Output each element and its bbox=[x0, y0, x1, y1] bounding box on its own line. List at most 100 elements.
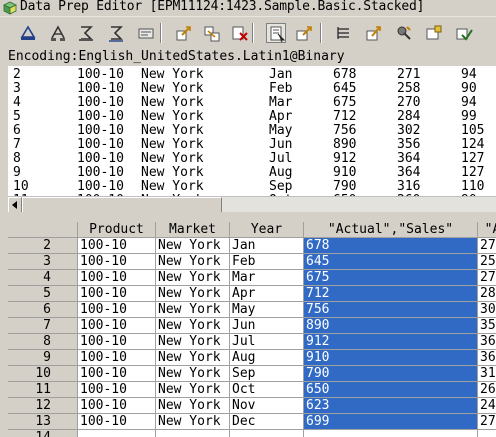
column-header[interactable]: "A bbox=[478, 222, 496, 238]
grid-cell-product[interactable]: 100-10 bbox=[78, 302, 156, 318]
grid-cell-market[interactable]: New York bbox=[156, 318, 230, 334]
grid-cell-sales[interactable]: 910 bbox=[304, 350, 478, 366]
grid-cell-market[interactable]: New York bbox=[156, 366, 230, 382]
field-grid[interactable]: ProductMarketYear"Actual","Sales""A2100-… bbox=[8, 222, 496, 437]
grid-cell-market[interactable]: New York bbox=[156, 334, 230, 350]
grid-cell-sales[interactable]: 675 bbox=[304, 270, 478, 286]
grid-cell-next[interactable]: 36 bbox=[478, 334, 496, 350]
grid-cell-year[interactable]: Jul bbox=[230, 334, 304, 350]
grid-cell-market[interactable]: New York bbox=[156, 414, 230, 430]
grid-cell-market[interactable] bbox=[156, 430, 230, 437]
grid-cell-sales[interactable]: 756 bbox=[304, 302, 478, 318]
grid-cell-market[interactable]: New York bbox=[156, 238, 230, 254]
associate-outline-button[interactable] bbox=[334, 23, 354, 43]
column-header[interactable]: "Actual","Sales" bbox=[304, 222, 478, 238]
raw-data-view[interactable]: 2 100-10 New York Jan 678 271 94 3 100-10 New Yor… bbox=[8, 66, 496, 196]
grid-cell-product[interactable]: 100-10 bbox=[78, 286, 156, 302]
grid-corner[interactable] bbox=[8, 222, 78, 238]
grid-cell-sales[interactable] bbox=[304, 430, 478, 437]
grid-cell-sales[interactable]: 650 bbox=[304, 382, 478, 398]
properties-button[interactable] bbox=[394, 23, 414, 43]
grid-cell-sales[interactable]: 678 bbox=[304, 238, 478, 254]
dimension-build-fields-button[interactable] bbox=[48, 23, 68, 43]
move-field-button[interactable] bbox=[174, 23, 194, 43]
grid-cell-sales[interactable]: 790 bbox=[304, 366, 478, 382]
grid-cell-product[interactable] bbox=[78, 430, 156, 437]
grid-cell-product[interactable]: 100-10 bbox=[78, 382, 156, 398]
grid-cell-year[interactable]: Sep bbox=[230, 366, 304, 382]
grid-cell-sales[interactable]: 645 bbox=[304, 254, 478, 270]
row-header[interactable]: 10 bbox=[8, 366, 78, 382]
grid-cell-next[interactable]: 26 bbox=[478, 382, 496, 398]
grid-cell-product[interactable]: 100-10 bbox=[78, 334, 156, 350]
grid-cell-year[interactable]: Mar bbox=[230, 270, 304, 286]
grid-cell-year[interactable]: Oct bbox=[230, 382, 304, 398]
column-header[interactable]: Year bbox=[230, 222, 304, 238]
grid-cell-product[interactable]: 100-10 bbox=[78, 254, 156, 270]
row-header[interactable]: 6 bbox=[8, 302, 78, 318]
grid-cell-product[interactable]: 100-10 bbox=[78, 350, 156, 366]
row-header[interactable]: 14 bbox=[8, 430, 78, 437]
grid-cell-next[interactable]: 28 bbox=[478, 286, 496, 302]
data-load-settings-button[interactable] bbox=[136, 23, 156, 43]
split-field-button[interactable] bbox=[202, 23, 222, 43]
grid-cell-market[interactable]: New York bbox=[156, 254, 230, 270]
row-header[interactable]: 13 bbox=[8, 414, 78, 430]
column-header[interactable]: Product bbox=[78, 222, 156, 238]
grid-cell-product[interactable]: 100-10 bbox=[78, 270, 156, 286]
grid-cell-year[interactable]: Jun bbox=[230, 318, 304, 334]
grid-cell-sales[interactable]: 623 bbox=[304, 398, 478, 414]
scroll-thumb[interactable] bbox=[22, 197, 222, 213]
scroll-left-icon[interactable] bbox=[8, 197, 22, 213]
row-header[interactable]: 12 bbox=[8, 398, 78, 414]
row-header[interactable]: 11 bbox=[8, 382, 78, 398]
data-load-fields-button[interactable] bbox=[76, 23, 96, 43]
grid-cell-year[interactable]: Feb bbox=[230, 254, 304, 270]
grid-cell-year[interactable]: Aug bbox=[230, 350, 304, 366]
grid-cell-next[interactable]: 31 bbox=[478, 366, 496, 382]
grid-cell-sales[interactable]: 912 bbox=[304, 334, 478, 350]
grid-cell-year[interactable]: Nov bbox=[230, 398, 304, 414]
grid-cell-market[interactable]: New York bbox=[156, 382, 230, 398]
grid-cell-product[interactable]: 100-10 bbox=[78, 318, 156, 334]
join-fields-button[interactable] bbox=[230, 23, 250, 43]
grid-cell-year[interactable]: Dec bbox=[230, 414, 304, 430]
grid-cell-next[interactable] bbox=[478, 430, 496, 437]
dimension-build-settings-button[interactable] bbox=[106, 23, 126, 43]
grid-cell-market[interactable]: New York bbox=[156, 270, 230, 286]
grid-cell-market[interactable]: New York bbox=[156, 286, 230, 302]
field-properties-button[interactable] bbox=[18, 23, 38, 43]
grid-cell-product[interactable]: 100-10 bbox=[78, 398, 156, 414]
grid-cell-sales[interactable]: 712 bbox=[304, 286, 478, 302]
grid-cell-year[interactable] bbox=[230, 430, 304, 437]
grid-cell-next[interactable]: 25 bbox=[478, 254, 496, 270]
row-header[interactable]: 9 bbox=[8, 350, 78, 366]
grid-cell-year[interactable]: Apr bbox=[230, 286, 304, 302]
grid-cell-sales[interactable]: 699 bbox=[304, 414, 478, 430]
row-header[interactable]: 7 bbox=[8, 318, 78, 334]
reject-record-button[interactable] bbox=[294, 23, 314, 43]
grid-cell-sales[interactable]: 890 bbox=[304, 318, 478, 334]
grid-cell-year[interactable]: Jan bbox=[230, 238, 304, 254]
grid-cell-next[interactable]: 35 bbox=[478, 318, 496, 334]
column-header[interactable]: Market bbox=[156, 222, 230, 238]
raw-data-horizontal-scrollbar[interactable] bbox=[8, 196, 496, 213]
grid-cell-market[interactable]: New York bbox=[156, 398, 230, 414]
select-record-button[interactable] bbox=[266, 23, 286, 43]
grid-cell-product[interactable]: 100-10 bbox=[78, 366, 156, 382]
row-header[interactable]: 3 bbox=[8, 254, 78, 270]
grid-cell-next[interactable]: 27 bbox=[478, 238, 496, 254]
pane-splitter[interactable] bbox=[0, 212, 496, 222]
grid-cell-next[interactable]: 27 bbox=[478, 270, 496, 286]
grid-cell-next[interactable]: 30 bbox=[478, 302, 496, 318]
field-edits-button[interactable] bbox=[424, 23, 444, 43]
grid-cell-next[interactable]: 36 bbox=[478, 350, 496, 366]
grid-cell-market[interactable]: New York bbox=[156, 302, 230, 318]
validate-button[interactable] bbox=[364, 23, 384, 43]
grid-cell-product[interactable]: 100-10 bbox=[78, 238, 156, 254]
row-header[interactable]: 4 bbox=[8, 270, 78, 286]
grid-cell-next[interactable]: 24 bbox=[478, 398, 496, 414]
grid-cell-year[interactable]: May bbox=[230, 302, 304, 318]
data-source-properties-button[interactable] bbox=[454, 23, 474, 43]
row-header[interactable]: 8 bbox=[8, 334, 78, 350]
